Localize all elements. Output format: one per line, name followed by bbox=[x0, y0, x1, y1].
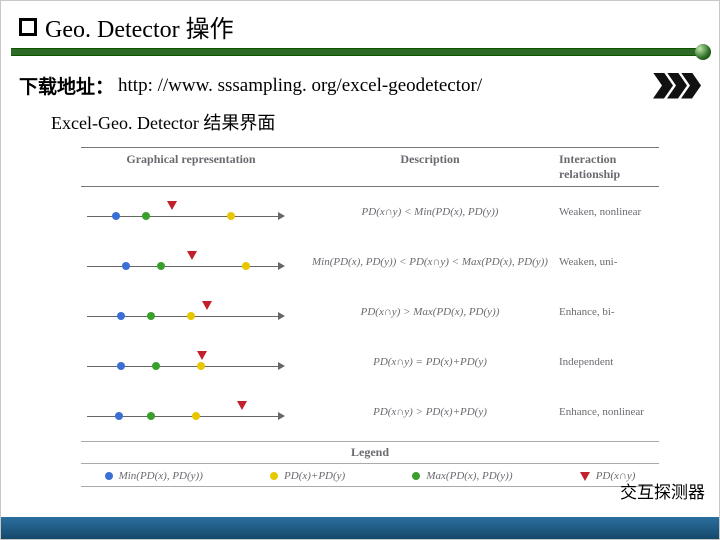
graph-cell bbox=[81, 398, 301, 426]
table-header: Graphical representation Description Int… bbox=[81, 148, 659, 187]
graph-cell bbox=[81, 298, 301, 326]
dot-blue-icon bbox=[117, 312, 125, 320]
dot-green-icon bbox=[147, 412, 155, 420]
legend-sum-label: PD(x)+PD(y) bbox=[284, 470, 345, 482]
dot-blue-icon bbox=[105, 472, 113, 480]
divider-knob-icon bbox=[695, 44, 711, 60]
dot-yellow-icon bbox=[270, 472, 278, 480]
graph-cell bbox=[81, 348, 301, 376]
graph-cell bbox=[81, 248, 301, 276]
axis-diagram bbox=[87, 348, 287, 376]
bullet-square-icon bbox=[19, 18, 37, 36]
dot-green-icon bbox=[152, 362, 160, 370]
slide-title: Geo. Detector 操作 bbox=[45, 9, 234, 44]
table-row: PD(x∩y) < Min(PD(x), PD(y))Weaken, nonli… bbox=[81, 187, 659, 237]
divider-bar bbox=[11, 48, 709, 62]
desc-cell: PD(x∩y) = PD(x)+PD(y) bbox=[301, 356, 559, 368]
axis-diagram bbox=[87, 198, 287, 226]
triangle-red-icon bbox=[187, 251, 197, 260]
download-url: http: //www. sssampling. org/excel-geode… bbox=[118, 75, 482, 97]
axis-diagram bbox=[87, 248, 287, 276]
axis-diagram bbox=[87, 298, 287, 326]
desc-cell: PD(x∩y) < Min(PD(x), PD(y)) bbox=[301, 206, 559, 218]
triangle-red-icon bbox=[237, 401, 247, 410]
slide-title-row: Geo. Detector 操作 bbox=[1, 1, 719, 48]
triangle-red-icon bbox=[167, 201, 177, 210]
axis-diagram bbox=[87, 398, 287, 426]
legend-title: Legend bbox=[81, 441, 659, 464]
footer-label: 交互探测器 bbox=[620, 478, 705, 503]
legend-max-label: Max(PD(x), PD(y)) bbox=[426, 470, 512, 482]
legend-min-label: Min(PD(x), PD(y)) bbox=[119, 470, 203, 482]
table-row: PD(x∩y) = PD(x)+PD(y)Independent bbox=[81, 337, 659, 387]
rel-cell: Enhance, bi- bbox=[559, 306, 659, 318]
dot-blue-icon bbox=[112, 212, 120, 220]
download-row: 下载地址： http: //www. sssampling. org/excel… bbox=[1, 62, 719, 99]
legend-min: Min(PD(x), PD(y)) bbox=[105, 470, 203, 482]
triangle-red-icon bbox=[580, 472, 590, 481]
dot-green-icon bbox=[412, 472, 420, 480]
dot-blue-icon bbox=[122, 262, 130, 270]
result-table: Graphical representation Description Int… bbox=[81, 147, 659, 487]
chevrons-icon bbox=[659, 73, 701, 99]
dot-green-icon bbox=[142, 212, 150, 220]
download-label: 下载地址： bbox=[19, 72, 114, 99]
legend-sum: PD(x)+PD(y) bbox=[270, 470, 345, 482]
dot-yellow-icon bbox=[187, 312, 195, 320]
legend-max: Max(PD(x), PD(y)) bbox=[412, 470, 512, 482]
desc-cell: PD(x∩y) > PD(x)+PD(y) bbox=[301, 406, 559, 418]
dot-blue-icon bbox=[117, 362, 125, 370]
desc-cell: Min(PD(x), PD(y)) < PD(x∩y) < Max(PD(x),… bbox=[301, 256, 559, 268]
dot-yellow-icon bbox=[197, 362, 205, 370]
subtitle: Excel-Geo. Detector 结果界面 bbox=[1, 99, 719, 141]
header-graph: Graphical representation bbox=[81, 152, 301, 182]
table-row: Min(PD(x), PD(y)) < PD(x∩y) < Max(PD(x),… bbox=[81, 237, 659, 287]
table-row: PD(x∩y) > Max(PD(x), PD(y))Enhance, bi- bbox=[81, 287, 659, 337]
slide: Geo. Detector 操作 下载地址： http: //www. sssa… bbox=[0, 0, 720, 540]
bottom-bar bbox=[1, 517, 719, 539]
rel-cell: Weaken, nonlinear bbox=[559, 206, 659, 218]
dot-blue-icon bbox=[115, 412, 123, 420]
dot-yellow-icon bbox=[227, 212, 235, 220]
legend-body: Min(PD(x), PD(y)) PD(x)+PD(y) Max(PD(x),… bbox=[81, 464, 659, 487]
dot-yellow-icon bbox=[242, 262, 250, 270]
table-row: PD(x∩y) > PD(x)+PD(y)Enhance, nonlinear bbox=[81, 387, 659, 437]
header-rel: Interaction relationship bbox=[559, 152, 659, 182]
header-desc: Description bbox=[301, 152, 559, 182]
triangle-red-icon bbox=[202, 301, 212, 310]
dot-green-icon bbox=[147, 312, 155, 320]
rel-cell: Enhance, nonlinear bbox=[559, 406, 659, 418]
rel-cell: Independent bbox=[559, 356, 659, 368]
dot-green-icon bbox=[157, 262, 165, 270]
divider-line bbox=[11, 48, 709, 56]
rel-cell: Weaken, uni- bbox=[559, 256, 659, 268]
dot-yellow-icon bbox=[192, 412, 200, 420]
desc-cell: PD(x∩y) > Max(PD(x), PD(y)) bbox=[301, 306, 559, 318]
triangle-red-icon bbox=[197, 351, 207, 360]
graph-cell bbox=[81, 198, 301, 226]
